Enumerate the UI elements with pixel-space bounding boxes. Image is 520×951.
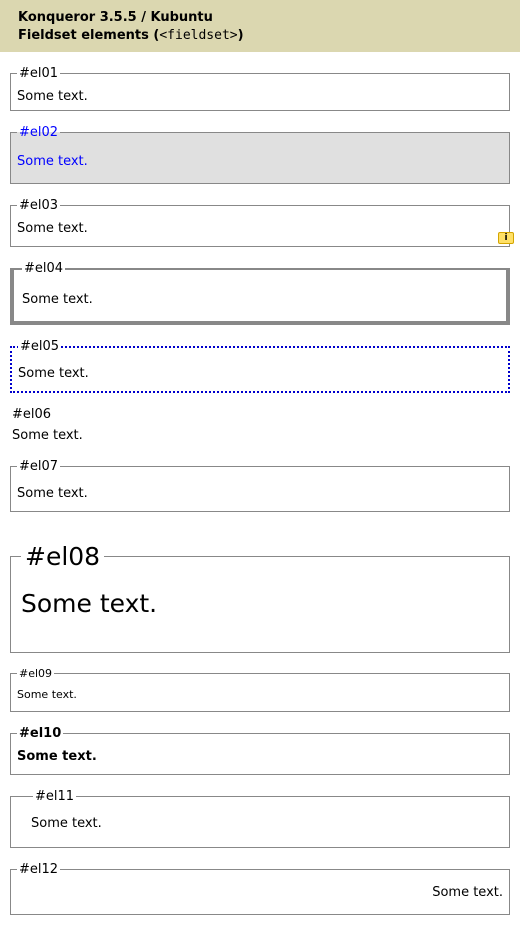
- fieldset-el03: #el03 Some text. i: [10, 198, 510, 247]
- content-el09: Some text.: [17, 688, 503, 701]
- legend-el08: #el08: [21, 542, 104, 571]
- fieldset-el01: #el01 Some text.: [10, 66, 510, 111]
- fieldset-el06: #el06 Some text.: [10, 407, 510, 445]
- content-el07: Some text.: [17, 486, 503, 501]
- content-el02: Some text.: [17, 154, 503, 169]
- content-el04: Some text.: [22, 292, 498, 307]
- content-el06: Some text.: [12, 428, 508, 443]
- content-el11: Some text.: [17, 816, 503, 831]
- legend-el01: #el01: [17, 66, 60, 81]
- subtitle-prefix: Fieldset elements (: [18, 28, 159, 43]
- fieldset-container: #el01 Some text. #el02 Some text. #el03 …: [0, 52, 520, 951]
- legend-el10: #el10: [17, 726, 63, 741]
- legend-el12: #el12: [17, 862, 60, 877]
- fieldset-el11: #el11 Some text.: [10, 789, 510, 848]
- subtitle-code: <fieldset>: [159, 28, 237, 43]
- content-el05: Some text.: [18, 366, 502, 381]
- legend-el04: #el04: [22, 261, 65, 276]
- fieldset-el02: #el02 Some text.: [10, 125, 510, 184]
- fieldset-el04: #el04 Some text.: [10, 261, 510, 325]
- content-el01: Some text.: [17, 89, 503, 104]
- content-el03: Some text.: [17, 221, 503, 236]
- info-badge-icon: i: [498, 232, 514, 244]
- legend-el05: #el05: [18, 339, 61, 354]
- fieldset-el08: #el08 Some text.: [10, 542, 510, 653]
- subtitle-suffix: ): [238, 28, 244, 43]
- content-el08: Some text.: [21, 589, 499, 618]
- fieldset-el05: #el05 Some text.: [10, 339, 510, 393]
- legend-el06: #el06: [12, 407, 51, 422]
- fieldset-el07: #el07 Some text.: [10, 459, 510, 512]
- legend-el07: #el07: [17, 459, 60, 474]
- content-el12: Some text.: [17, 885, 503, 900]
- page-header: Konqueror 3.5.5 / Kubuntu Fieldset eleme…: [0, 0, 520, 52]
- fieldset-el12: #el12 Some text.: [10, 862, 510, 915]
- fieldset-el09: #el09 Some text.: [10, 667, 510, 712]
- legend-el11: #el11: [33, 789, 76, 804]
- fieldset-el10: #el10 Some text.: [10, 726, 510, 775]
- legend-el02: #el02: [17, 125, 60, 140]
- header-title: Konqueror 3.5.5 / Kubuntu: [18, 9, 512, 27]
- content-el10: Some text.: [17, 749, 503, 764]
- legend-el03: #el03: [17, 198, 60, 213]
- legend-el09: #el09: [17, 667, 54, 680]
- header-subtitle: Fieldset elements (<fieldset>): [18, 27, 512, 45]
